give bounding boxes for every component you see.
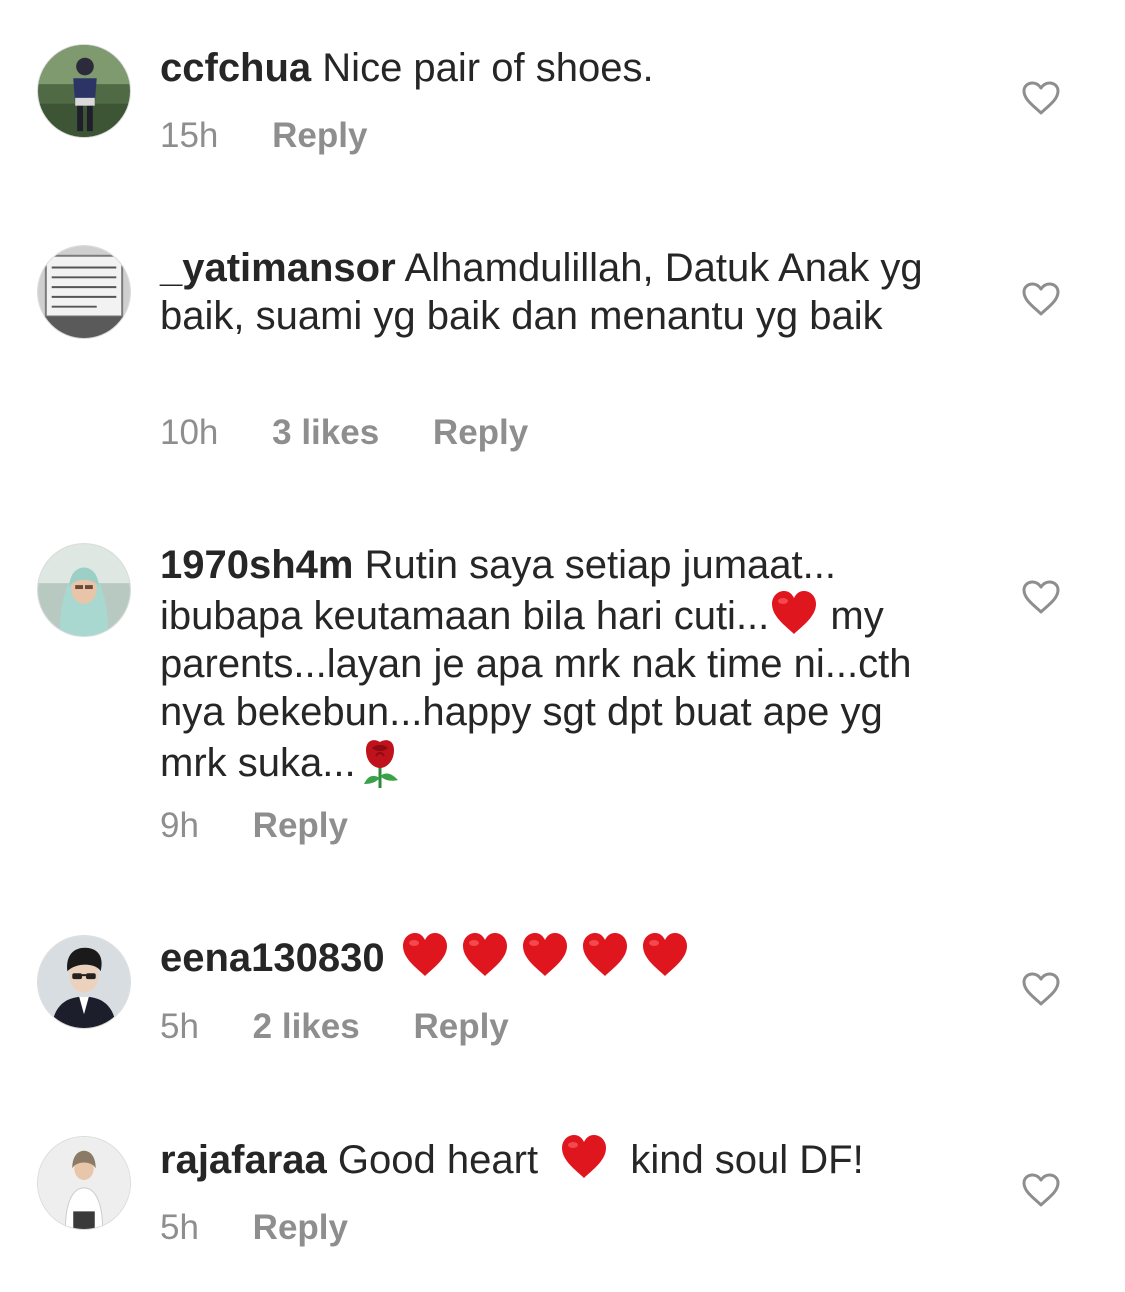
like-button[interactable] xyxy=(1021,80,1061,116)
red-heart-emoji-icon xyxy=(400,931,450,979)
comment-username[interactable]: rajafaraa xyxy=(160,1138,327,1182)
profile-photo-woman-hijab-icon xyxy=(38,544,130,636)
heart-outline-icon xyxy=(1021,971,1061,1007)
reply-button[interactable]: Reply xyxy=(253,1208,348,1248)
heart-outline-icon xyxy=(1021,281,1061,317)
profile-photo-woman-white-icon xyxy=(38,1137,130,1229)
comment-message-part: Good heart xyxy=(337,1138,539,1182)
reply-button[interactable]: Reply xyxy=(253,806,348,846)
comment-username[interactable]: eena130830 xyxy=(160,936,385,980)
avatar[interactable] xyxy=(37,245,131,339)
red-heart-emoji-icon xyxy=(520,931,570,979)
comment-timestamp: 5h xyxy=(160,1007,199,1046)
reply-button[interactable]: Reply xyxy=(433,413,528,453)
reply-button[interactable]: Reply xyxy=(413,1007,508,1047)
comment-timestamp: 10h xyxy=(160,413,219,452)
profile-photo-man-suit-icon xyxy=(38,936,130,1028)
comment-username[interactable]: 1970sh4m xyxy=(160,543,353,587)
heart-outline-icon xyxy=(1021,80,1061,116)
like-button[interactable] xyxy=(1021,281,1061,317)
reply-button[interactable]: Reply xyxy=(272,116,367,156)
comment-text: ccfchua Nice pair of shoes. xyxy=(160,44,960,92)
profile-photo-calligraphy-icon xyxy=(38,246,130,338)
comment-timestamp: 5h xyxy=(160,1208,199,1247)
like-button[interactable] xyxy=(1021,971,1061,1007)
like-button[interactable] xyxy=(1021,1172,1061,1208)
red-heart-emoji-icon xyxy=(460,931,510,979)
comment-text: 1970sh4m Rutin saya setiap jumaat... ibu… xyxy=(160,541,960,790)
comment-meta: 5h 2 likes Reply xyxy=(160,1007,553,1047)
comment-username[interactable]: _yatimansor xyxy=(160,246,396,290)
like-button[interactable] xyxy=(1021,579,1061,615)
comment-timestamp: 9h xyxy=(160,806,199,845)
likes-count-button[interactable]: 3 likes xyxy=(272,413,379,453)
comment-text: _yatimansor Alhamdulillah, Datuk Anak yg… xyxy=(160,244,960,340)
rose-emoji-icon xyxy=(363,740,398,788)
red-heart-emoji-icon xyxy=(559,1133,609,1181)
heart-outline-icon xyxy=(1021,1172,1061,1208)
red-heart-emoji-icon xyxy=(640,931,690,979)
heart-outline-icon xyxy=(1021,579,1061,615)
profile-photo-woman-garden-icon xyxy=(38,45,130,137)
avatar[interactable] xyxy=(37,543,131,637)
comment-message-part: kind soul DF! xyxy=(630,1138,864,1182)
avatar[interactable] xyxy=(37,935,131,1029)
comment-meta: 5h Reply xyxy=(160,1208,392,1248)
comment-meta: 15h Reply xyxy=(160,116,411,156)
comment-text: eena130830 xyxy=(160,931,960,982)
comment-meta: 10h 3 likes Reply xyxy=(160,413,572,453)
comment-emoji-row xyxy=(400,936,690,980)
red-heart-emoji-icon xyxy=(769,589,819,637)
comment-username[interactable]: ccfchua xyxy=(160,46,311,90)
avatar[interactable] xyxy=(37,1136,131,1230)
comment-timestamp: 15h xyxy=(160,116,219,155)
red-heart-emoji-icon xyxy=(580,931,630,979)
avatar[interactable] xyxy=(37,44,131,138)
likes-count-button[interactable]: 2 likes xyxy=(253,1007,360,1047)
comment-meta: 9h Reply xyxy=(160,806,392,846)
comment-text: rajafaraa Good heart kind soul DF! xyxy=(160,1133,960,1184)
comment-message: Nice pair of shoes. xyxy=(322,46,654,90)
